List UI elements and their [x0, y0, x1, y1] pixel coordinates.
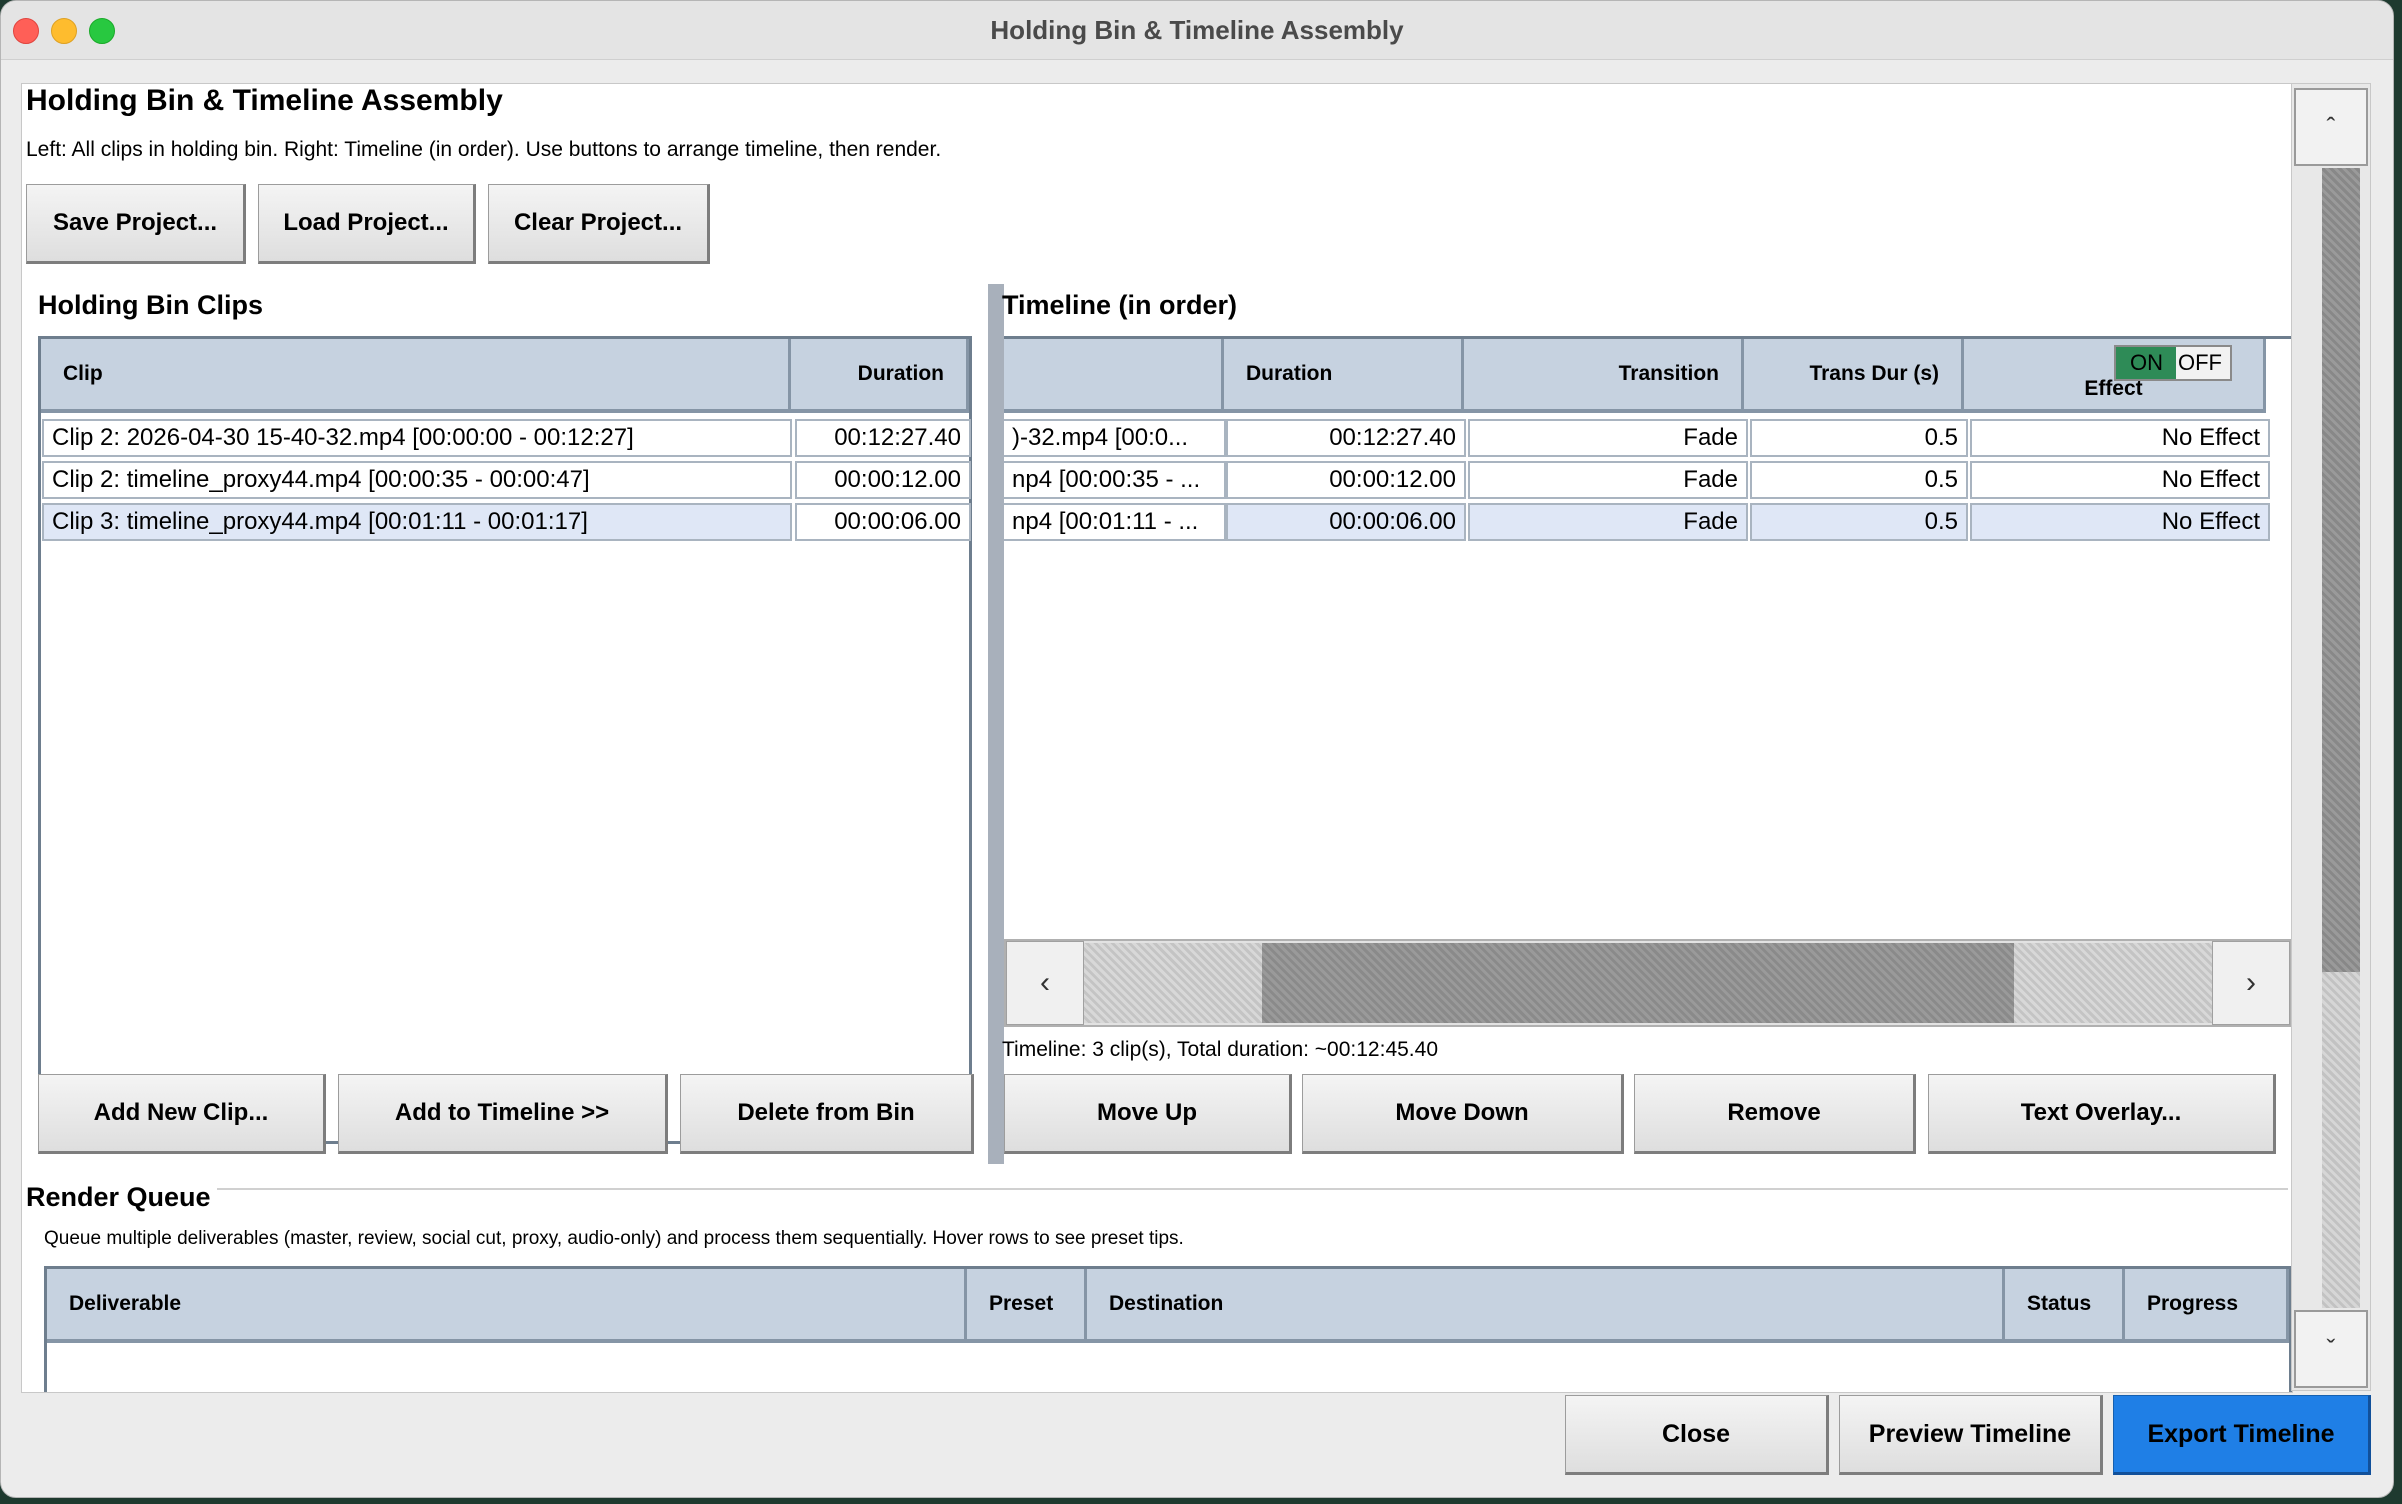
timeline-column-trans-dur[interactable]: Trans Dur (s) — [1744, 339, 1964, 413]
scroll-down-icon[interactable]: ˇ — [2294, 1310, 2368, 1388]
timeline-cell-transition: Fade — [1468, 419, 1748, 457]
timeline-column-duration[interactable]: Duration — [1224, 339, 1464, 413]
timeline-cell-duration: 00:12:27.40 — [1226, 419, 1466, 457]
load-project-button[interactable]: Load Project... — [258, 184, 476, 264]
delete-from-bin-button[interactable]: Delete from Bin — [680, 1074, 974, 1154]
timeline-horizontal-scrollbar[interactable]: ‹ › — [1004, 939, 2292, 1027]
render-queue-title: Render Queue — [26, 1182, 217, 1213]
timeline-cell-trans-dur: 0.5 — [1750, 461, 1968, 499]
title-bar: Holding Bin & Timeline Assembly — [1, 1, 2393, 60]
timeline-summary: Timeline: 3 clip(s), Total duration: ~00… — [1002, 1038, 1438, 1061]
timeline-title: Timeline (in order) — [1002, 290, 1238, 320]
timeline-table: Duration Transition Trans Dur (s) ON OFF… — [1004, 336, 2292, 944]
timeline-column-clip[interactable] — [1004, 339, 1224, 413]
timeline-cell-effect: No Effect — [1970, 461, 2270, 499]
scroll-left-icon[interactable]: ‹ — [1006, 941, 1084, 1025]
pane-splitter[interactable] — [988, 284, 1004, 1164]
timeline-cell-effect: No Effect — [1970, 503, 2270, 541]
rq-column-preset[interactable]: Preset — [967, 1269, 1087, 1343]
bin-column-duration[interactable]: Duration — [791, 339, 969, 413]
page-description: Left: All clips in holding bin. Right: T… — [26, 138, 942, 161]
scroll-up-icon[interactable]: ˆ — [2294, 88, 2368, 166]
close-button[interactable]: Close — [1565, 1395, 1829, 1475]
rq-column-deliverable[interactable]: Deliverable — [47, 1269, 967, 1343]
bin-cell-duration: 00:12:27.40 — [795, 419, 971, 457]
page-title: Holding Bin & Timeline Assembly — [26, 84, 503, 117]
section-divider — [26, 1188, 2288, 1190]
toggle-off-label: OFF — [2178, 350, 2222, 375]
bin-cell-duration: 00:00:12.00 — [795, 461, 971, 499]
timeline-cell-effect: No Effect — [1970, 419, 2270, 457]
timeline-cell-duration: 00:00:12.00 — [1226, 461, 1466, 499]
holding-bin-table: Clip Duration Clip 2: 2026-04-30 15-40-3… — [38, 336, 972, 1144]
main-panel: Holding Bin & Timeline Assembly Left: Al… — [21, 83, 2293, 1393]
rq-column-destination[interactable]: Destination — [1087, 1269, 2005, 1343]
timeline-cell-clip: np4 [00:00:35 - ... — [1004, 461, 1226, 499]
scroll-right-icon[interactable]: › — [2212, 941, 2290, 1025]
bin-cell-clip: Clip 2: timeline_proxy44.mp4 [00:00:35 -… — [42, 461, 792, 499]
remove-button[interactable]: Remove — [1634, 1074, 1916, 1154]
timeline-cell-clip: np4 [00:01:11 - ... — [1004, 503, 1226, 541]
app-window: Holding Bin & Timeline Assembly Holding … — [0, 0, 2394, 1498]
timeline-column-effect[interactable]: ON OFF Effect — [1964, 339, 2266, 413]
bin-cell-clip: Clip 3: timeline_proxy44.mp4 [00:01:11 -… — [42, 503, 792, 541]
add-new-clip-button[interactable]: Add New Clip... — [38, 1074, 326, 1154]
timeline-cell-trans-dur: 0.5 — [1750, 503, 1968, 541]
bin-cell-duration: 00:00:06.00 — [795, 503, 971, 541]
move-down-button[interactable]: Move Down — [1302, 1074, 1624, 1154]
rq-column-progress[interactable]: Progress — [2125, 1269, 2289, 1343]
timeline-cell-transition: Fade — [1468, 461, 1748, 499]
holding-bin-title: Holding Bin Clips — [38, 290, 263, 320]
timeline-cell-duration: 00:00:06.00 — [1226, 503, 1466, 541]
timeline-cell-transition: Fade — [1468, 503, 1748, 541]
save-project-button[interactable]: Save Project... — [26, 184, 246, 264]
preview-timeline-button[interactable]: Preview Timeline — [1839, 1395, 2103, 1475]
main-vertical-scrollbar[interactable]: ˆ ˇ — [2291, 83, 2371, 1391]
timeline-column-transition[interactable]: Transition — [1464, 339, 1744, 413]
text-overlay-button[interactable]: Text Overlay... — [1928, 1074, 2276, 1154]
window-title: Holding Bin & Timeline Assembly — [990, 15, 1404, 45]
export-timeline-button[interactable]: Export Timeline — [2113, 1395, 2371, 1475]
vscroll-thumb[interactable] — [2322, 168, 2360, 972]
clear-project-button[interactable]: Clear Project... — [488, 184, 710, 264]
rq-column-status[interactable]: Status — [2005, 1269, 2125, 1343]
bin-column-clip[interactable]: Clip — [41, 339, 791, 413]
toggle-on-label: ON — [2130, 350, 2163, 375]
render-queue-description: Queue multiple deliverables (master, rev… — [44, 1228, 1184, 1249]
add-to-timeline-button[interactable]: Add to Timeline >> — [338, 1074, 668, 1154]
move-up-button[interactable]: Move Up — [1004, 1074, 1292, 1154]
timeline-cell-trans-dur: 0.5 — [1750, 419, 1968, 457]
render-queue-table: Deliverable Preset Destination Status Pr… — [44, 1266, 2292, 1392]
bin-cell-clip: Clip 2: 2026-04-30 15-40-32.mp4 [00:00:0… — [42, 419, 792, 457]
effect-toggle[interactable]: ON OFF — [2114, 345, 2232, 381]
scroll-thumb[interactable] — [1262, 943, 2014, 1023]
timeline-cell-clip: )-32.mp4 [00:0... — [1004, 419, 1226, 457]
